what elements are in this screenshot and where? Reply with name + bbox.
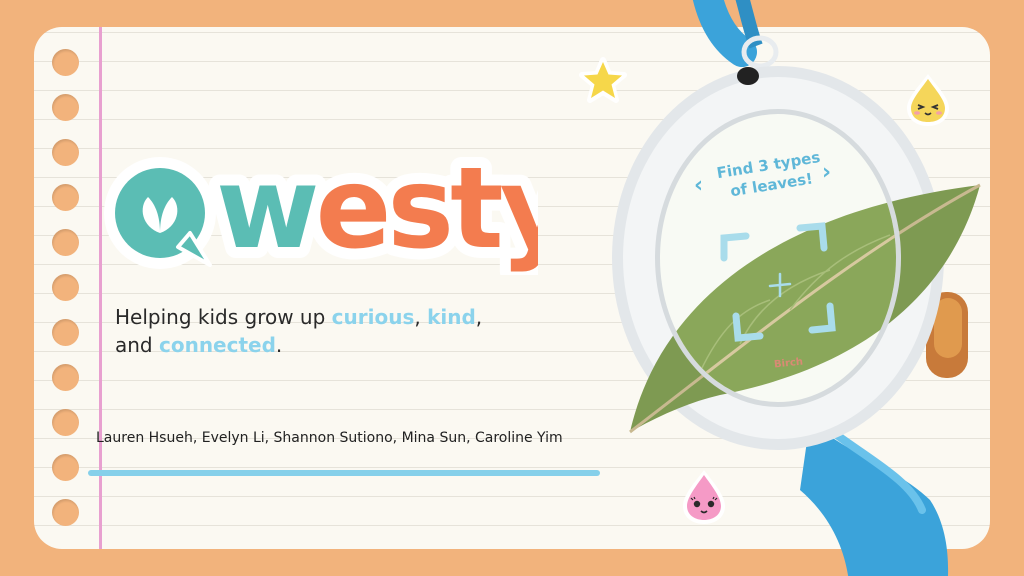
binder-hole [52, 184, 79, 211]
binder-hole [52, 319, 79, 346]
authors-underline [88, 470, 600, 476]
binder-holes [52, 49, 82, 544]
magnifier-device [612, 0, 981, 576]
binder-hole [52, 229, 79, 256]
authors-line: Lauren Hsueh, Evelyn Li, Shannon Sutiono… [96, 430, 563, 446]
binder-hole [52, 454, 79, 481]
svg-text:westy: westy [216, 144, 538, 274]
highlight-kind: kind [427, 305, 476, 329]
next-arrow-icon[interactable]: › [822, 160, 831, 185]
binder-hole [52, 274, 79, 301]
tagline: Helping kids grow up curious, kind, and … [115, 305, 483, 357]
binder-hole [52, 364, 79, 391]
binder-hole [52, 499, 79, 526]
binder-hole [52, 94, 79, 121]
prev-arrow-icon[interactable]: ‹ [694, 173, 703, 198]
highlight-curious: curious [331, 305, 415, 329]
binder-hole [52, 139, 79, 166]
qwesty-logo: westy westy [104, 135, 538, 275]
highlight-connected: connected [158, 333, 276, 357]
q-leaf-letter [104, 157, 216, 269]
binder-hole [52, 409, 79, 436]
binder-hole [52, 49, 79, 76]
